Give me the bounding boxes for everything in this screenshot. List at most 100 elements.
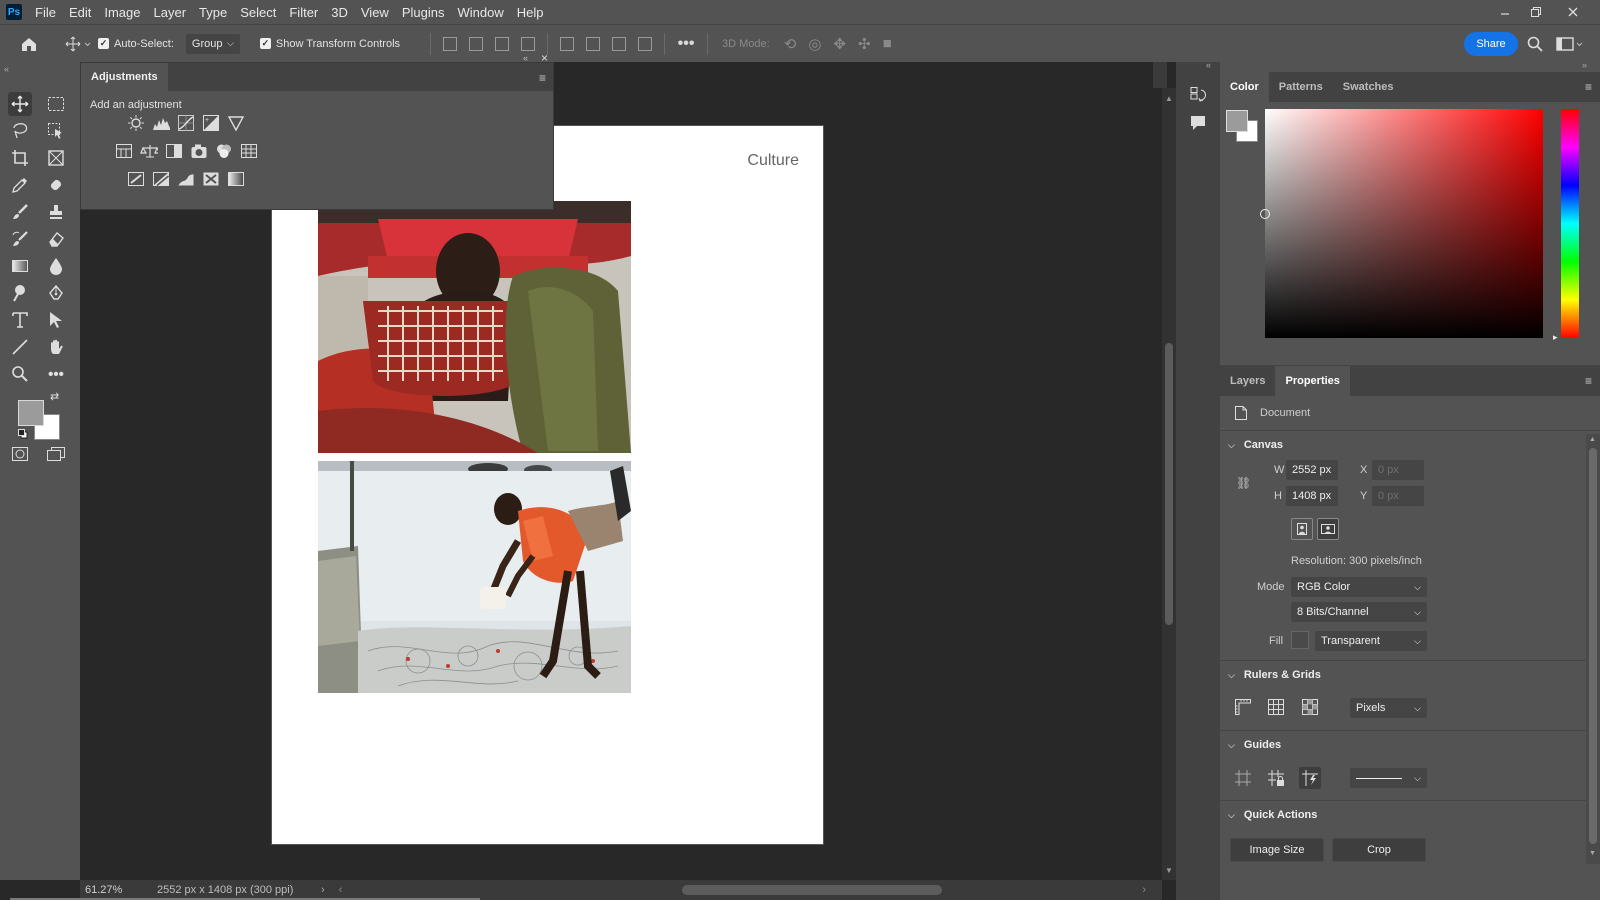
lasso-tool-icon[interactable]	[8, 119, 32, 143]
levels-icon[interactable]	[152, 114, 170, 132]
color-balance-icon[interactable]	[140, 142, 158, 160]
landscape-orientation-icon[interactable]	[1317, 518, 1339, 540]
properties-scrollbar[interactable]: ▲ ▼	[1586, 434, 1600, 864]
minimize-icon[interactable]	[1490, 0, 1520, 24]
properties-panel-menu-icon[interactable]: ≡	[1585, 374, 1592, 388]
photo-tuk-tuk-interior[interactable]	[318, 201, 631, 453]
screen-mode-icon[interactable]	[44, 442, 68, 466]
fill-dropdown[interactable]: Transparent ⌵	[1315, 631, 1427, 651]
restore-icon[interactable]	[1521, 0, 1551, 24]
curves-icon[interactable]	[177, 114, 195, 132]
auto-select-target-dropdown[interactable]: Group ⌵	[185, 33, 240, 54]
guides-visibility-icon[interactable]	[1232, 767, 1254, 789]
collapse-strip-icon[interactable]: «	[1206, 60, 1211, 70]
distribute-icon[interactable]	[521, 36, 536, 51]
scroll-right-icon[interactable]: ›	[1142, 884, 1146, 896]
orbit-3d-icon[interactable]: ⟲	[784, 35, 797, 53]
selective-color-icon[interactable]	[202, 170, 220, 188]
quick-actions-section-header[interactable]: ⌵ Quick Actions	[1228, 809, 1317, 821]
default-colors-icon[interactable]	[18, 428, 28, 439]
smart-guides-icon[interactable]	[1299, 767, 1321, 789]
color-picker-cursor[interactable]	[1260, 209, 1270, 219]
foreground-color-swatch[interactable]	[18, 400, 44, 426]
dodge-tool-icon[interactable]	[8, 281, 32, 305]
guide-style-dropdown[interactable]: ⌵	[1350, 768, 1427, 788]
mode-dropdown[interactable]: RGB Color ⌵	[1291, 577, 1427, 597]
history-brush-tool-icon[interactable]	[8, 227, 32, 251]
move-tool-preset-icon[interactable]	[58, 36, 98, 52]
image-size-button[interactable]: Image Size	[1230, 838, 1324, 862]
quick-mask-icon[interactable]	[8, 442, 32, 466]
search-icon[interactable]	[1525, 34, 1545, 54]
menu-window[interactable]: Window	[457, 5, 503, 20]
align-left-icon[interactable]	[443, 36, 458, 51]
eraser-tool-icon[interactable]	[44, 227, 68, 251]
vertical-scroll-thumb[interactable]	[1165, 343, 1173, 625]
width-field[interactable]: 2552 px	[1286, 460, 1338, 480]
menu-filter[interactable]: Filter	[289, 5, 318, 20]
tab-swatches[interactable]: Swatches	[1333, 72, 1404, 102]
close-icon[interactable]	[1558, 0, 1588, 24]
menu-3d[interactable]: 3D	[331, 5, 348, 20]
invert-icon[interactable]	[127, 170, 145, 188]
color-panel-foreground-swatch[interactable]	[1226, 110, 1248, 132]
vibrance-icon[interactable]	[227, 114, 245, 132]
camera-3d-icon[interactable]: ■	[883, 35, 892, 52]
rulers-icon[interactable]	[1232, 696, 1254, 718]
gradient-tool-icon[interactable]	[8, 254, 32, 278]
align-middle-icon[interactable]	[586, 36, 601, 51]
pan-3d-icon[interactable]: ✥	[833, 35, 846, 53]
color-panel-menu-icon[interactable]: ≡	[1585, 80, 1592, 94]
collapse-toolbox-icon[interactable]: «	[4, 64, 9, 74]
collapse-panel-icon[interactable]: «	[523, 53, 528, 63]
menu-image[interactable]: Image	[104, 5, 140, 20]
scroll-up-icon[interactable]: ▲	[1165, 94, 1173, 103]
eyedropper-tool-icon[interactable]	[8, 173, 32, 197]
home-icon[interactable]	[0, 36, 58, 52]
properties-scroll-thumb[interactable]	[1589, 448, 1597, 844]
rulers-grids-section-header[interactable]: ⌵ Rulers & Grids	[1228, 669, 1321, 681]
distribute-vertical-icon[interactable]	[638, 36, 653, 51]
healing-brush-tool-icon[interactable]	[44, 173, 68, 197]
scroll-left-icon[interactable]: ‹	[339, 884, 343, 896]
brush-tool-icon[interactable]	[8, 200, 32, 224]
height-field[interactable]: 1408 px	[1286, 486, 1338, 506]
menu-layer[interactable]: Layer	[154, 5, 187, 20]
menu-file[interactable]: File	[35, 5, 56, 20]
auto-select-checkbox[interactable]: ✓	[98, 38, 109, 49]
fill-swatch[interactable]	[1291, 631, 1309, 649]
slide-3d-icon[interactable]: ✣	[858, 35, 871, 53]
gradient-map-icon[interactable]	[227, 170, 245, 188]
x-field[interactable]: 0 px	[1372, 460, 1424, 480]
comments-panel-icon[interactable]	[1187, 112, 1209, 134]
panel-menu-icon[interactable]: ≡	[539, 71, 546, 85]
horizontal-scroll-thumb[interactable]	[682, 885, 943, 895]
crop-button[interactable]: Crop	[1332, 838, 1426, 862]
brightness-contrast-icon[interactable]	[127, 114, 145, 132]
clone-stamp-tool-icon[interactable]	[44, 200, 68, 224]
document-canvas[interactable]: Culture	[271, 125, 824, 845]
workspace-icon[interactable]	[1555, 34, 1585, 54]
more-options-icon[interactable]: •••	[671, 35, 701, 53]
threshold-icon[interactable]	[177, 170, 195, 188]
align-top-icon[interactable]	[560, 36, 575, 51]
vertical-scrollbar[interactable]: ▲ ▼	[1162, 88, 1176, 880]
grid-icon[interactable]	[1265, 696, 1287, 718]
status-arrow-icon[interactable]: ›	[321, 884, 325, 896]
crop-tool-icon[interactable]	[8, 146, 32, 170]
close-panel-icon[interactable]: ×	[541, 51, 548, 65]
object-selection-tool-icon[interactable]	[44, 119, 68, 143]
black-white-icon[interactable]	[165, 142, 183, 160]
swap-colors-icon[interactable]: ⇄	[50, 390, 59, 403]
tab-properties[interactable]: Properties	[1275, 366, 1350, 396]
align-center-icon[interactable]	[469, 36, 484, 51]
hue-saturation-icon[interactable]	[115, 142, 133, 160]
tab-adjustments[interactable]: Adjustments	[81, 63, 168, 91]
scroll-down-icon[interactable]: ▼	[1165, 866, 1173, 875]
menu-edit[interactable]: Edit	[69, 5, 91, 20]
align-right-icon[interactable]	[495, 36, 510, 51]
show-transform-checkbox[interactable]: ✓	[259, 38, 271, 49]
marquee-tool-icon[interactable]	[44, 92, 68, 116]
color-lookup-icon[interactable]	[240, 142, 258, 160]
scroll-up-icon[interactable]: ▲	[1589, 436, 1596, 443]
